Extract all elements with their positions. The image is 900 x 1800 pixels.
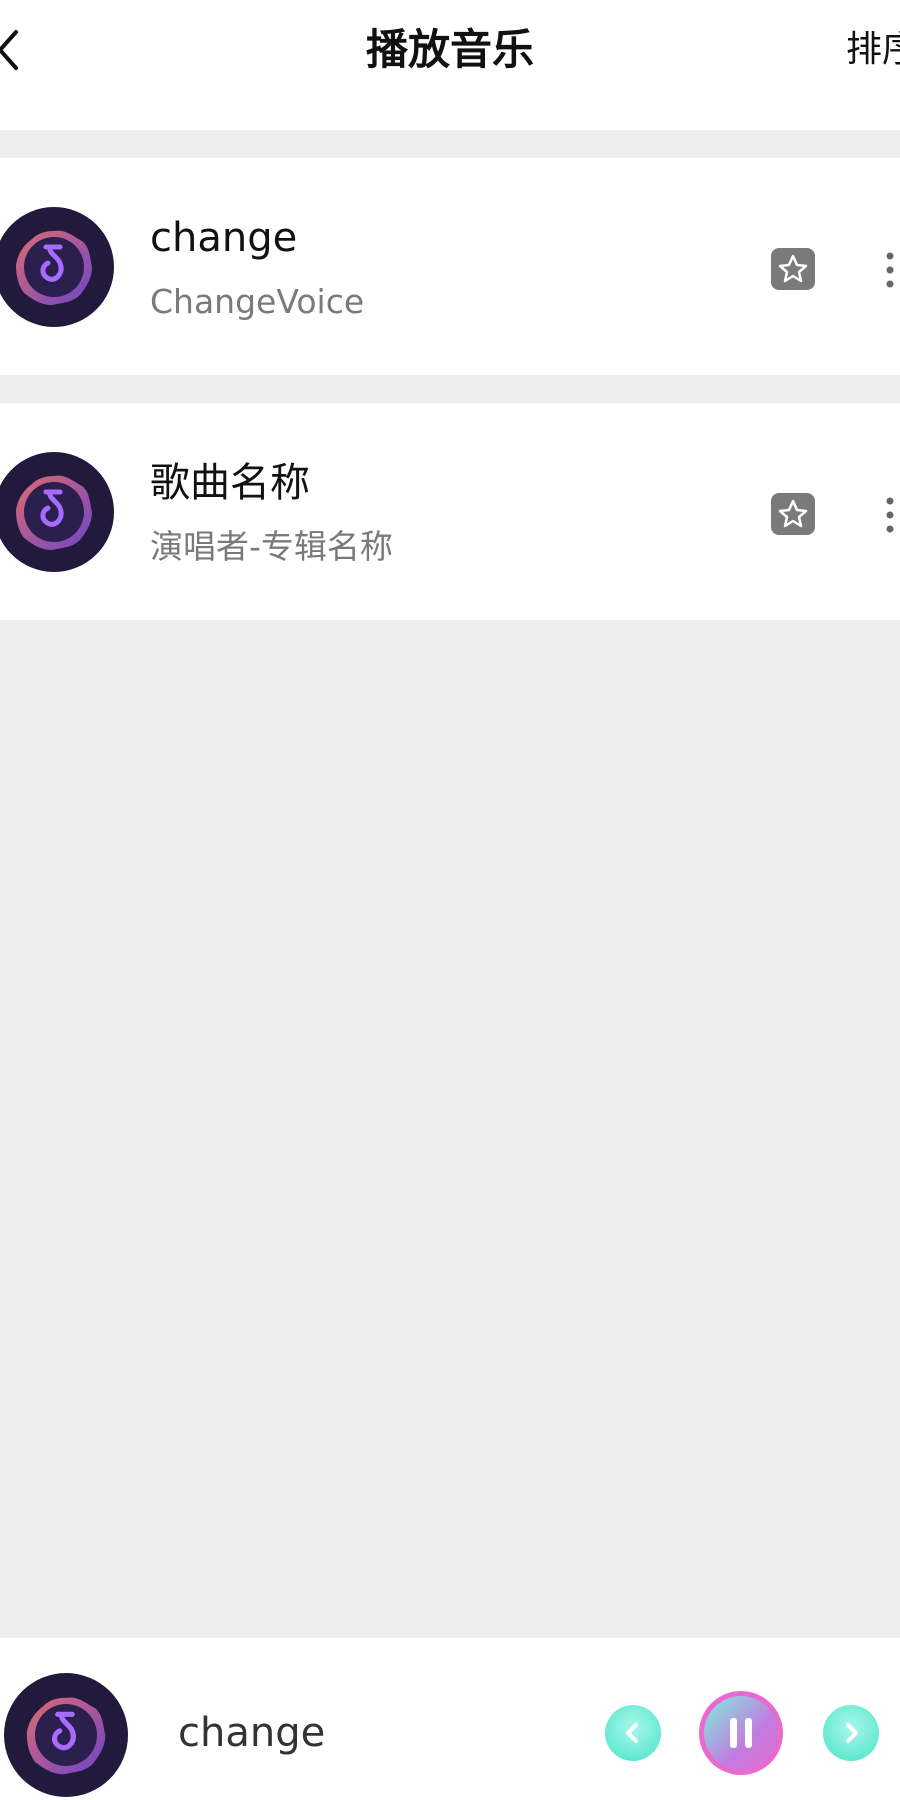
music-note-icon: [0, 452, 114, 572]
chevron-right-icon: [823, 1705, 879, 1761]
song-title: change: [150, 215, 298, 261]
page-title: 播放音乐: [365, 25, 534, 74]
chevron-left-icon: [605, 1705, 661, 1761]
sort-button[interactable]: 排序: [846, 22, 900, 78]
vertical-ellipsis-icon: [886, 252, 894, 288]
more-options-button[interactable]: [880, 493, 900, 537]
favorite-button[interactable]: [770, 492, 816, 536]
now-playing-title: change: [178, 1710, 326, 1756]
pause-button[interactable]: [698, 1690, 784, 1776]
music-note-icon: [4, 1673, 128, 1797]
vertical-ellipsis-icon: [886, 497, 894, 533]
previous-button[interactable]: [605, 1705, 661, 1761]
playlist-screen: 播放音乐 排序 change ChangeVoice: [0, 0, 900, 1800]
song-artist: ChangeVoice: [150, 282, 365, 321]
more-options-button[interactable]: [880, 248, 900, 292]
star-icon: [771, 248, 815, 290]
pause-icon: [699, 1691, 783, 1775]
song-artist: 演唱者-专辑名称: [150, 527, 393, 566]
song-list-item[interactable]: 歌曲名称 演唱者-专辑名称: [0, 403, 900, 620]
header-bar: 播放音乐 排序: [0, 0, 900, 130]
music-note-icon: [0, 207, 114, 327]
star-icon: [771, 493, 815, 535]
favorite-button[interactable]: [770, 247, 816, 291]
next-button[interactable]: [823, 1705, 879, 1761]
song-title: 歌曲名称: [150, 460, 310, 506]
mini-player[interactable]: change: [0, 1638, 900, 1800]
song-list-item[interactable]: change ChangeVoice: [0, 158, 900, 375]
